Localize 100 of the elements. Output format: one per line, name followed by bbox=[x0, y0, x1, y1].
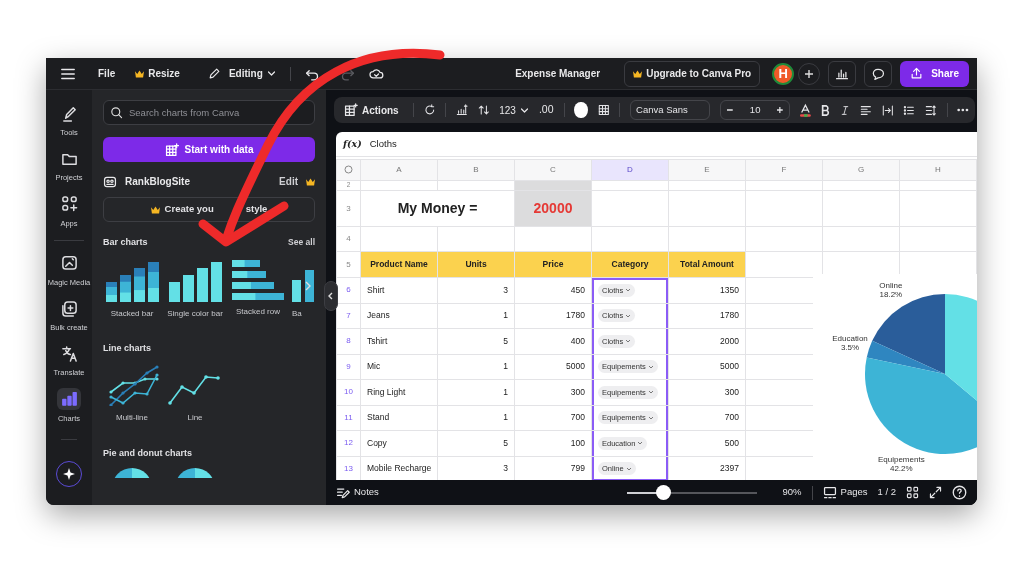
comment-icon bbox=[871, 66, 886, 81]
chart-template[interactable]: Ba bbox=[292, 259, 315, 320]
table-cell: 100 bbox=[514, 430, 592, 456]
column-header[interactable]: H bbox=[899, 159, 977, 181]
brand-style-button[interactable]: Create you style bbox=[103, 197, 315, 222]
row-number[interactable]: 10 bbox=[336, 379, 361, 405]
design-title[interactable]: Expense Manager bbox=[515, 66, 601, 81]
table-cell: 1780 bbox=[668, 303, 746, 329]
crown-icon bbox=[135, 69, 145, 78]
editing-dropdown[interactable]: Editing bbox=[201, 63, 282, 84]
number-format-dropdown[interactable]: 123 bbox=[499, 99, 529, 121]
bold-icon[interactable] bbox=[820, 103, 831, 117]
crown-icon bbox=[150, 205, 160, 214]
table-cell: 3 bbox=[437, 277, 515, 303]
table-cell: 1 bbox=[437, 405, 515, 431]
file-menu[interactable]: File bbox=[92, 63, 122, 84]
table-cell: Shirt bbox=[360, 277, 438, 303]
align-left-icon[interactable] bbox=[860, 103, 872, 117]
section-title: Line charts bbox=[103, 341, 151, 355]
row-number[interactable]: 8 bbox=[336, 328, 361, 354]
section-title: Bar charts bbox=[103, 236, 148, 249]
table-cell: 500 bbox=[668, 430, 746, 456]
row-number[interactable]: 11 bbox=[336, 405, 361, 431]
minus-icon[interactable] bbox=[726, 106, 734, 114]
more-icon[interactable] bbox=[957, 108, 969, 112]
header-cell: Total Amount bbox=[668, 251, 746, 278]
chart-template[interactable]: Line bbox=[166, 365, 224, 425]
column-header[interactable]: A bbox=[360, 159, 438, 181]
chart-template[interactable]: Stacked row bbox=[229, 259, 287, 320]
column-header[interactable]: E bbox=[668, 159, 746, 181]
table-cell: Mic bbox=[360, 354, 438, 380]
resize-button[interactable]: Resize bbox=[129, 63, 186, 84]
chevron-down-icon bbox=[625, 338, 632, 345]
fullscreen-icon[interactable] bbox=[929, 486, 942, 499]
chart-template[interactable]: Multi-line bbox=[103, 365, 161, 425]
borders-icon[interactable] bbox=[597, 103, 610, 117]
row-number[interactable]: 4 bbox=[336, 226, 361, 252]
edit-link[interactable]: Edit bbox=[279, 174, 298, 189]
table-cell: 450 bbox=[514, 277, 592, 303]
list-icon[interactable] bbox=[903, 103, 915, 117]
actions-button[interactable]: Actions bbox=[340, 99, 403, 121]
chevron-down-icon bbox=[647, 389, 654, 396]
table-cell: Tshirt bbox=[360, 328, 438, 354]
column-header[interactable]: G bbox=[822, 159, 900, 181]
table-cell: 700 bbox=[514, 405, 592, 431]
help-icon[interactable] bbox=[952, 485, 967, 500]
upgrade-button[interactable]: Upgrade to Canva Pro bbox=[624, 60, 761, 87]
grid-view-icon[interactable] bbox=[906, 486, 919, 499]
actions-icon bbox=[344, 103, 358, 117]
row-number[interactable]: 6 bbox=[336, 277, 361, 303]
bulk-icon bbox=[60, 299, 78, 317]
table-cell: 1780 bbox=[514, 303, 592, 329]
italic-icon[interactable] bbox=[840, 103, 851, 117]
tools-icon bbox=[60, 104, 78, 122]
share-button[interactable]: Share bbox=[900, 60, 969, 87]
pages-icon bbox=[822, 485, 837, 500]
row-number[interactable]: 9 bbox=[336, 354, 361, 380]
comment-button[interactable] bbox=[864, 60, 893, 87]
refresh-comment-icon[interactable] bbox=[423, 103, 436, 117]
stacked-bar-chart-icon bbox=[105, 259, 159, 302]
slice-value: 18.2% bbox=[879, 289, 903, 299]
slice-label: Education bbox=[832, 333, 868, 343]
fill-color-swatch[interactable] bbox=[574, 102, 588, 118]
text-direction-icon[interactable] bbox=[881, 103, 894, 117]
start-with-data-button[interactable]: Start with data bbox=[103, 137, 315, 162]
column-header[interactable]: D bbox=[591, 159, 669, 181]
cloud-check-icon[interactable] bbox=[368, 66, 385, 81]
title-cell: My Money = bbox=[360, 190, 515, 227]
row-number[interactable]: 7 bbox=[336, 303, 361, 329]
font-size-field[interactable]: 10 bbox=[720, 100, 791, 120]
chart-template[interactable]: Single color bar bbox=[166, 259, 224, 320]
translate-icon bbox=[60, 344, 78, 362]
pencil-icon bbox=[207, 67, 221, 80]
row-number[interactable]: 5 bbox=[336, 251, 361, 278]
collapse-handle[interactable] bbox=[324, 281, 338, 311]
font-dropdown[interactable]: Canva Sans bbox=[630, 100, 711, 120]
table-cell: Stand bbox=[360, 405, 438, 431]
header-cell: Category bbox=[591, 251, 669, 278]
select-all-icon[interactable] bbox=[336, 159, 361, 181]
text-color-icon[interactable] bbox=[800, 102, 811, 118]
column-header[interactable]: B bbox=[437, 159, 515, 181]
row-number[interactable]: 3 bbox=[336, 190, 361, 227]
see-all-link[interactable]: See all bbox=[288, 236, 315, 250]
apps-icon bbox=[60, 195, 78, 212]
chart-template[interactable]: Stacked bar bbox=[103, 259, 161, 320]
formula-field[interactable]: Cloths bbox=[369, 136, 397, 152]
chart-add-icon[interactable] bbox=[455, 103, 468, 117]
column-header[interactable]: C bbox=[514, 159, 592, 181]
charts-icon bbox=[60, 390, 78, 407]
sort-icon[interactable] bbox=[477, 103, 490, 117]
pages-button[interactable]: Pages bbox=[822, 482, 868, 503]
slice-value: 3.5% bbox=[840, 342, 860, 352]
analytics-button[interactable] bbox=[828, 60, 857, 87]
notes-button[interactable]: Notes bbox=[336, 482, 379, 503]
column-header[interactable]: F bbox=[745, 159, 823, 181]
line-spacing-icon[interactable] bbox=[924, 103, 937, 117]
row-number[interactable]: 12 bbox=[336, 430, 361, 456]
decimal-button[interactable]: .00 bbox=[538, 99, 554, 121]
plus-icon[interactable] bbox=[776, 106, 785, 114]
search-field[interactable]: Search charts from Canva bbox=[103, 100, 315, 125]
